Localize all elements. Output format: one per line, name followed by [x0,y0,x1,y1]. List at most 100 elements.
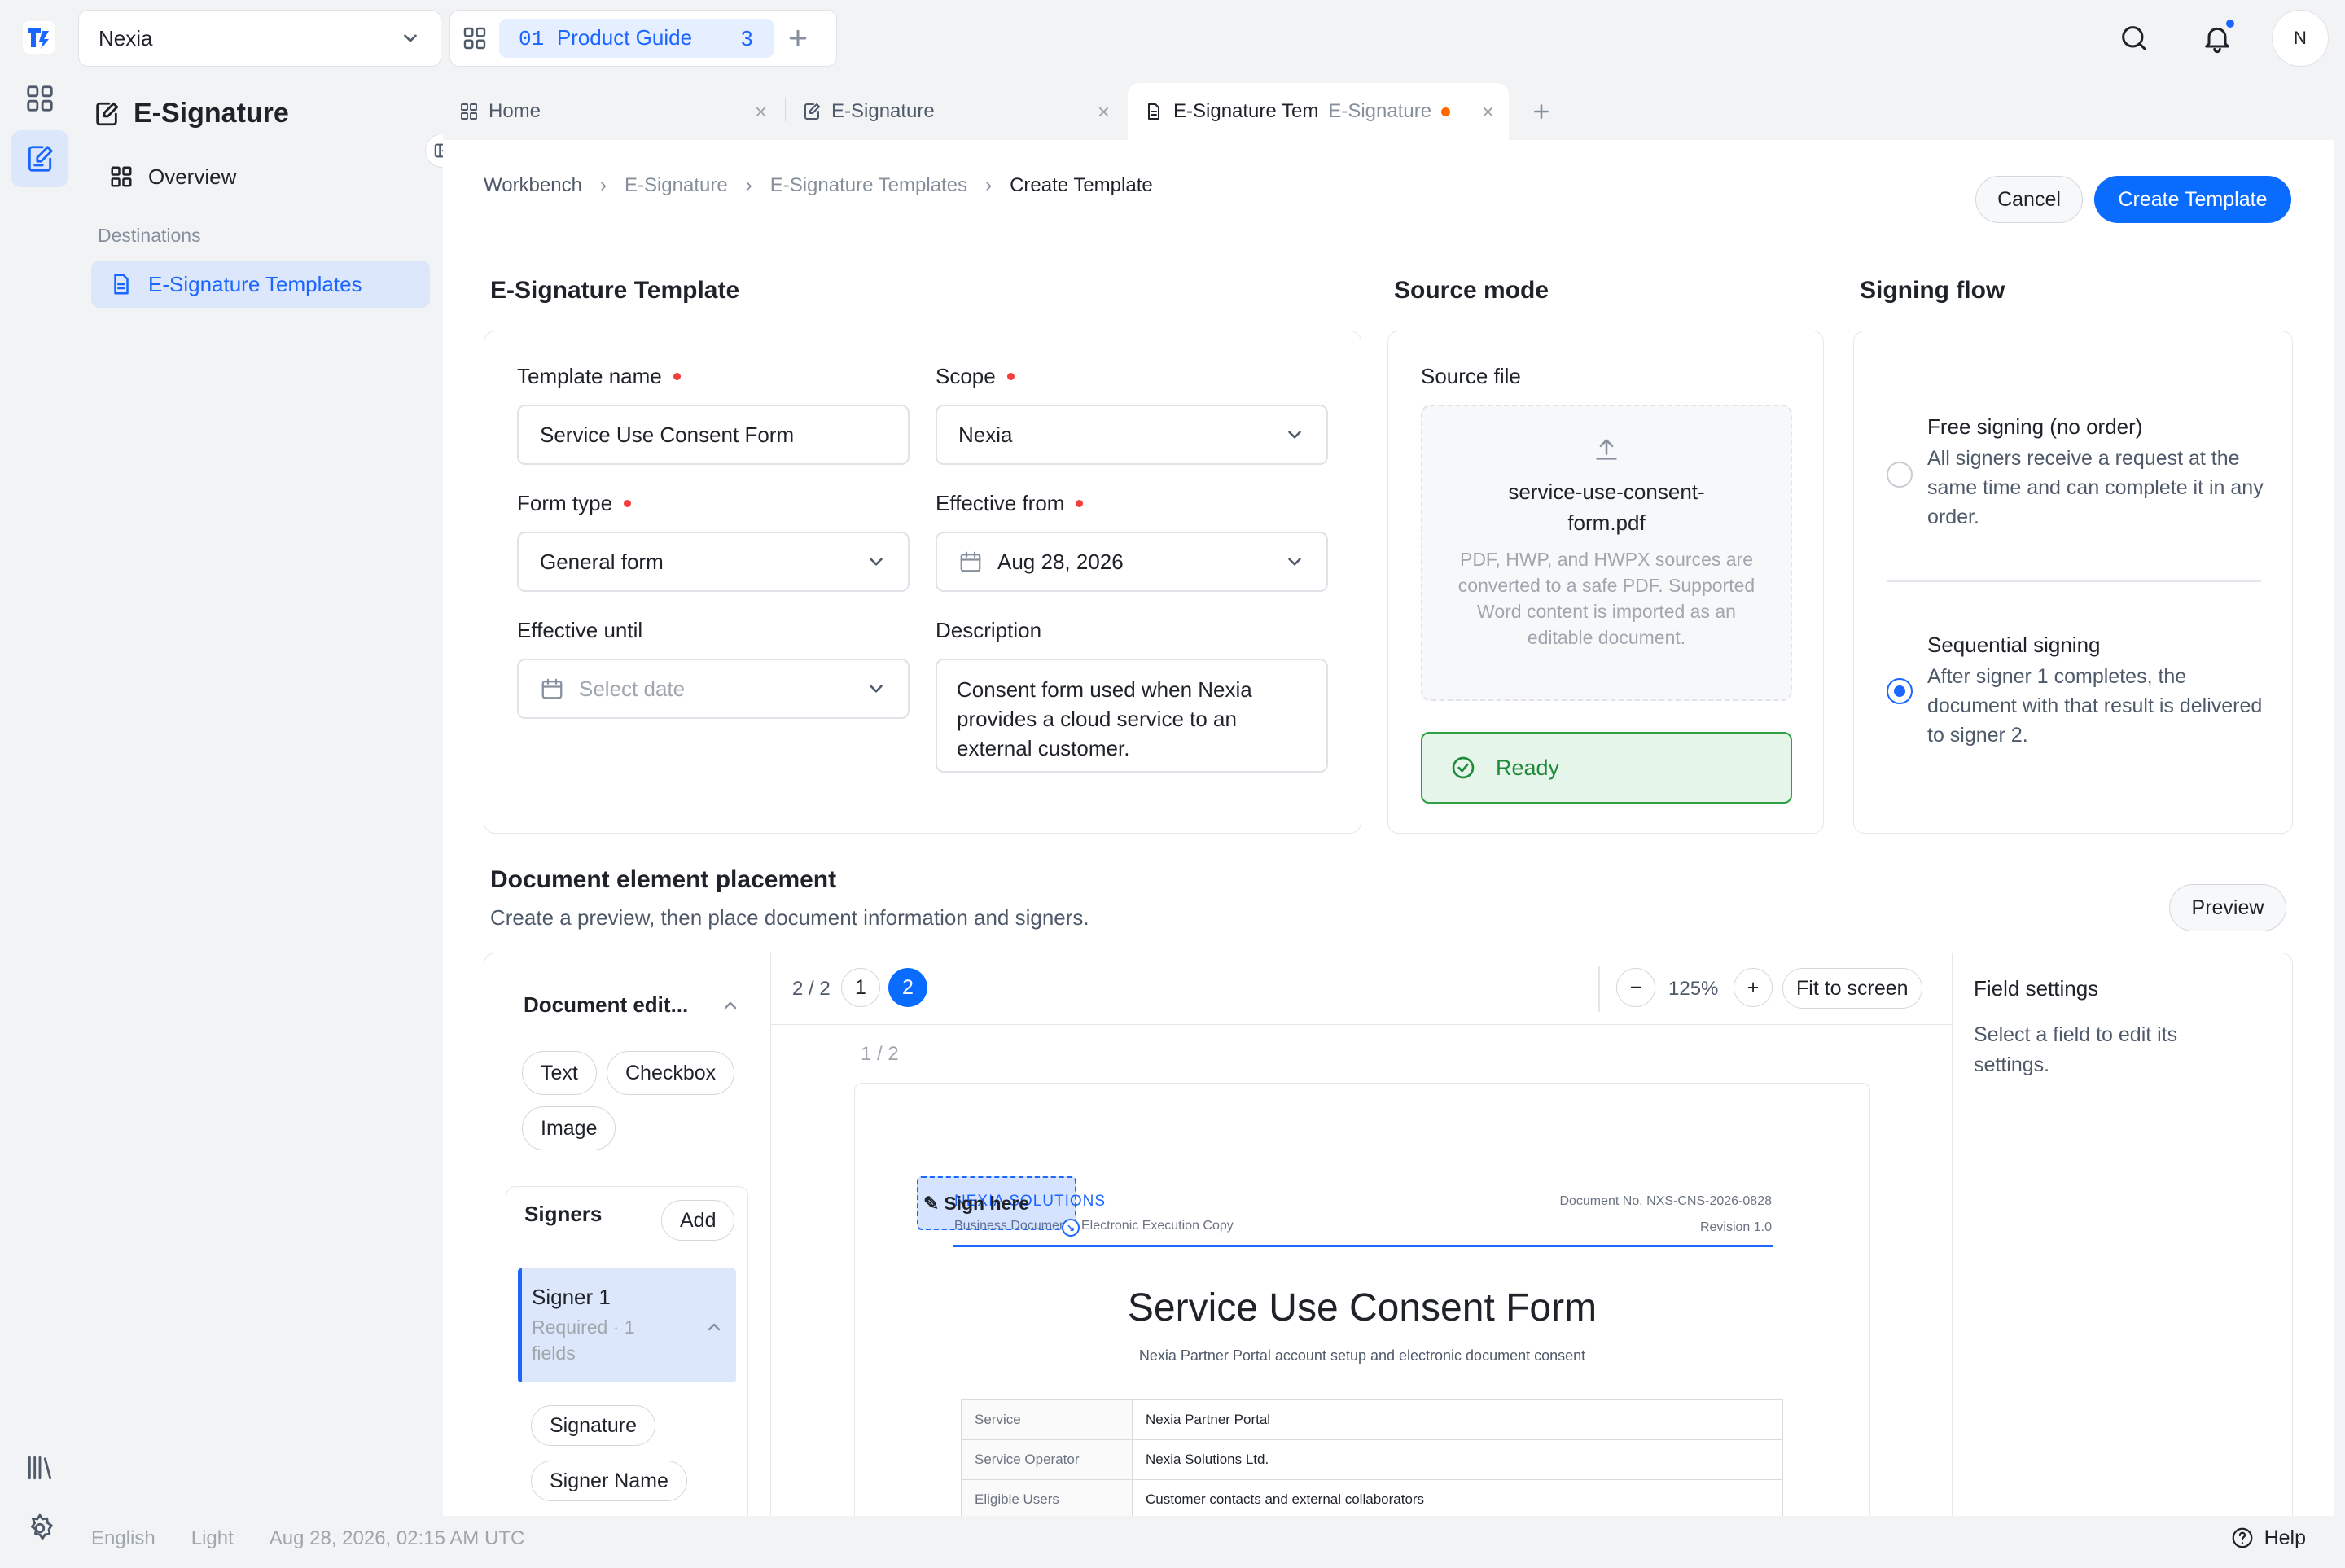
tab-esignature[interactable]: E-Signature × [786,83,1128,140]
free-signing-radio[interactable] [1887,462,1913,488]
help-label: Help [2264,1526,2306,1549]
close-icon[interactable]: × [755,99,767,125]
cancel-button[interactable]: Cancel [1975,176,2083,223]
fit-to-screen-button[interactable]: Fit to screen [1782,968,1922,1009]
tab-create-template[interactable]: E-Signature Tem E-Signature × [1128,83,1509,140]
table-value: Nexia Partner Portal [1132,1399,1783,1440]
doc-subtitle: Nexia Partner Portal account setup and e… [1138,1347,1586,1364]
search-icon[interactable] [2106,10,2163,67]
sidebar-title: E-Signature [93,98,289,129]
field-settings-hint: Select a field to edit its settings. [1974,1023,2178,1076]
effective-until-label: Effective until [517,618,643,642]
calendar-icon [541,678,563,699]
template-name-label: Template name [517,364,681,389]
breadcrumb-item[interactable]: E-Signature Templates [770,174,967,197]
section-title: Document edit... [524,992,689,1017]
grid-icon[interactable] [462,25,488,51]
grid-icon [461,103,477,120]
theme-setting[interactable]: Light [191,1527,234,1550]
document-page: NEXIA SOLUTIONS Business Document Electr… [854,1083,1870,1516]
app-logo[interactable] [13,11,65,64]
select-value: Nexia [958,422,1013,447]
close-icon[interactable]: × [1482,99,1494,125]
upload-dropzone[interactable]: service-use-consent-form.pdf PDF, HWP, a… [1421,405,1792,701]
top-tabbar: 01 Product Guide 3 [449,10,837,67]
settings-icon[interactable] [11,1500,68,1557]
notification-dot [2224,18,2236,29]
element-image[interactable]: Image [522,1106,616,1150]
document-edit-section[interactable]: Document edit... [524,992,740,1018]
scope-select[interactable]: Nexia [936,405,1328,465]
description-textarea[interactable]: Consent form used when Nexia provides a … [936,659,1328,773]
free-signing-desc: All signers receive a request at the sam… [1927,447,2264,528]
sign-here-field[interactable]: ✎ Sign here ↘ [917,1176,1080,1237]
create-template-button[interactable]: Create Template [2094,176,2291,223]
effective-until-picker[interactable]: Select date [517,659,910,719]
zoom-out-button[interactable]: − [1616,968,1655,1007]
file-name-line: service-use-consent- [1508,480,1705,504]
breadcrumb: Workbench › E-Signature › E-Signature Te… [484,174,1153,197]
chevron-up-icon[interactable] [704,1317,724,1337]
doc-info-table: Service Nexia Partner Portal Service Oper… [961,1399,1783,1516]
product-guide-tab[interactable]: 01 Product Guide 3 [499,19,774,58]
tab-home[interactable]: Home × [443,83,785,140]
breadcrumb-item[interactable]: Workbench [484,174,582,197]
apps-icon[interactable] [11,70,68,127]
field-signer-name[interactable]: Signer Name [531,1461,687,1501]
breadcrumb-item[interactable]: E-Signature [625,174,728,197]
esign-icon [96,102,119,125]
status-ready: Ready [1421,732,1792,804]
unsaved-dot [1441,107,1451,116]
element-text[interactable]: Text [522,1051,597,1095]
preview-button[interactable]: Preview [2169,884,2286,931]
source-card: Source file service-use-consent-form.pdf… [1387,331,1824,834]
table-value: Customer contacts and external collabora… [1132,1479,1783,1516]
date-placeholder: Select date [579,676,686,701]
close-icon[interactable]: × [1098,99,1110,125]
library-icon[interactable] [11,1439,68,1496]
language-setting[interactable]: English [91,1527,156,1550]
sidebar-item-overview[interactable]: Overview [91,153,430,200]
grid-icon [111,166,132,187]
workspace-select[interactable]: Nexia [78,10,441,67]
effective-from-picker[interactable]: Aug 28, 2026 [936,532,1328,592]
template-name-input[interactable]: Service Use Consent Form [517,405,910,465]
add-tab-icon[interactable] [1509,83,1574,140]
input-value: Service Use Consent Form [540,422,795,447]
help-button[interactable]: Help [2230,1526,2306,1550]
page-button-1[interactable]: 1 [841,968,880,1007]
flow-heading: Signing flow [1860,277,2005,304]
resize-handle-icon[interactable]: ↘ [1062,1219,1080,1237]
signer-name: Signer 1 [532,1285,611,1309]
esign-icon[interactable] [11,130,68,187]
document-icon [114,274,129,295]
form-type-select[interactable]: General form [517,532,910,592]
field-signature[interactable]: Signature [531,1405,656,1446]
table-row: Eligible Users Customer contacts and exte… [961,1479,1783,1516]
zoom-in-button[interactable]: + [1734,968,1773,1007]
label-text: Effective from [936,491,1065,515]
element-checkbox[interactable]: Checkbox [607,1051,735,1095]
tab-label: E-Signature [831,100,935,122]
product-guide-index: 01 [519,27,545,51]
bell-icon[interactable] [2189,10,2246,67]
chevron-down-icon [870,685,883,693]
chevron-down-icon [870,558,883,566]
add-signer-button[interactable]: Add [661,1200,735,1241]
calendar-icon [960,551,981,572]
help-icon [2232,1527,2252,1548]
avatar[interactable]: N [2272,10,2329,67]
table-key: Service Operator [961,1439,1133,1480]
document-icon [1148,103,1159,120]
plus-icon[interactable] [786,26,810,50]
source-file-label: Source file [1421,364,1521,388]
product-guide-count: 3 [741,25,753,50]
signer-card[interactable]: Signer 1 Required · 1 fields [518,1268,736,1382]
page-button-2[interactable]: 2 [888,968,927,1007]
breadcrumb-current: Create Template [1010,174,1153,196]
sequential-signing-radio[interactable] [1887,678,1913,704]
file-name-line: form.pdf [1567,510,1646,535]
required-dot [1076,500,1084,507]
table-row: Service Nexia Partner Portal [961,1399,1783,1440]
sidebar-item-templates[interactable]: E-Signature Templates [91,261,430,308]
